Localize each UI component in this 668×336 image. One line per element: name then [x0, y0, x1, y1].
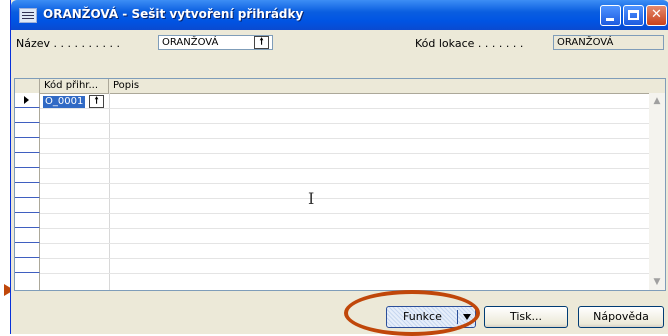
window-title: ORANŽOVÁ - Sešit vytvoření přihrádky: [43, 7, 304, 21]
bin-code-value: O_0001: [45, 96, 84, 107]
minimize-button[interactable]: [600, 5, 621, 26]
location-label: Kód lokace . . . . . . .: [415, 37, 524, 50]
row-selector[interactable]: [15, 153, 40, 168]
row-selector[interactable]: [15, 198, 40, 213]
row-selector[interactable]: [15, 168, 40, 183]
title-bar[interactable]: ORANŽOVÁ - Sešit vytvoření přihrádky: [11, 0, 668, 30]
help-button[interactable]: Nápověda: [578, 306, 664, 328]
column-header-description[interactable]: Popis: [109, 79, 649, 93]
row-line: [40, 213, 649, 214]
row-selector[interactable]: [15, 123, 40, 138]
row-selector[interactable]: [15, 108, 40, 123]
name-value: ORANŽOVÁ: [162, 37, 219, 48]
description-cell[interactable]: [111, 95, 631, 108]
scroll-up-icon[interactable]: ▲: [649, 93, 665, 109]
row-selector[interactable]: [15, 243, 40, 258]
close-button[interactable]: [646, 5, 667, 26]
maximize-button[interactable]: [623, 5, 644, 26]
text-cursor-icon: I: [308, 189, 315, 208]
worksheet-icon: [19, 8, 37, 23]
row-selectors: [15, 93, 40, 290]
row-selector[interactable]: [15, 273, 40, 290]
lookup-arrow-icon: 🠕: [94, 96, 99, 106]
scroll-down-icon[interactable]: ▼: [649, 274, 665, 290]
grid-header: Kód přihr... Popis: [15, 79, 665, 94]
vertical-scrollbar[interactable]: ▲ ▼: [649, 93, 665, 290]
column-header-code[interactable]: Kód přihr...: [40, 79, 109, 93]
row-line: [40, 258, 649, 259]
name-label: Název . . . . . . . . . .: [16, 37, 120, 50]
row-line: [40, 243, 649, 244]
row-selector-current[interactable]: [15, 93, 40, 108]
location-field[interactable]: ORANŽOVÁ: [553, 35, 664, 50]
row-line: [40, 228, 649, 229]
location-value: ORANŽOVÁ: [557, 37, 614, 48]
bin-code-lookup-button[interactable]: 🠕: [89, 95, 104, 108]
row-line: [40, 153, 649, 154]
funkce-highlight-ellipse: [344, 290, 480, 336]
row-selector[interactable]: [15, 183, 40, 198]
header-corner: [15, 79, 40, 93]
row-selector[interactable]: [15, 228, 40, 243]
row-selector[interactable]: [15, 138, 40, 153]
row-line: [40, 273, 649, 274]
lookup-arrow-icon: 🠕: [259, 37, 264, 47]
row-line: [40, 123, 649, 124]
print-button[interactable]: Tisk...: [484, 306, 568, 328]
bins-grid: Kód přihr... Popis O_0001 🠕 ▲ ▼ I: [14, 78, 666, 291]
row-line: [40, 183, 649, 184]
row-line: [40, 138, 649, 139]
bin-code-cell[interactable]: O_0001: [43, 96, 85, 108]
name-lookup-button[interactable]: 🠕: [254, 36, 269, 49]
row-selector[interactable]: [15, 213, 40, 228]
row-selector[interactable]: [15, 258, 40, 273]
row-line: [40, 168, 649, 169]
row-line: [40, 198, 649, 199]
row-line: [40, 108, 649, 109]
